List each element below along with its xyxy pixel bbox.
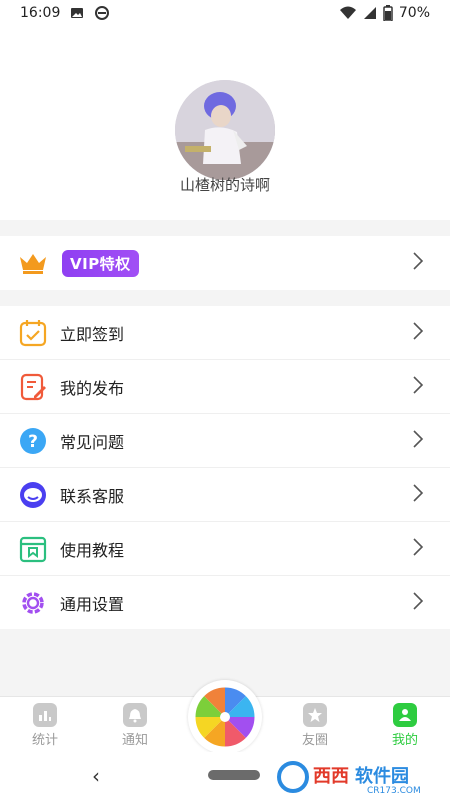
menu-item-faq[interactable]: ? 常见问题 <box>0 414 450 468</box>
menu-item-tutorial[interactable]: 使用教程 <box>0 522 450 576</box>
menu-item-my-posts[interactable]: 我的发布 <box>0 360 450 414</box>
nav-label: 通知 <box>121 733 148 748</box>
tutorial-box-icon <box>16 532 50 566</box>
menu-label: 联系客服 <box>60 486 125 506</box>
vip-privilege-row[interactable]: VIP特权 <box>0 236 450 290</box>
svg-text:CR173.COM: CR173.COM <box>367 786 421 796</box>
watermark-logo: 西西 软件园 CR173.COM <box>275 758 445 796</box>
crown-icon <box>16 246 50 280</box>
nav-label: 友圈 <box>301 733 328 748</box>
customer-service-icon <box>16 478 50 512</box>
chevron-right-icon <box>412 591 424 615</box>
menu-label: 常见问题 <box>60 432 125 452</box>
gear-icon <box>16 586 50 620</box>
svg-text:软件园: 软件园 <box>355 765 409 787</box>
nav-label: 统计 <box>31 733 58 748</box>
profile-header: 山楂树的诗啊 <box>0 26 450 220</box>
menu-label: 通用设置 <box>60 594 125 614</box>
chevron-right-icon <box>412 375 424 399</box>
battery-percent: 70% <box>398 5 430 21</box>
question-icon: ? <box>16 424 50 458</box>
nav-tab-friends[interactable]: 友圈 <box>280 703 350 748</box>
chevron-right-icon <box>412 429 424 453</box>
chevron-right-icon <box>412 483 424 507</box>
home-pill[interactable] <box>208 770 260 780</box>
calendar-check-icon <box>16 316 50 350</box>
menu-label: 立即签到 <box>60 324 125 344</box>
signal-icon <box>363 6 377 20</box>
chevron-right-icon <box>412 537 424 561</box>
nav-tab-notifications[interactable]: 通知 <box>100 703 170 748</box>
vip-badge: VIP特权 <box>62 249 139 277</box>
back-chevron-icon[interactable]: ‹ <box>92 764 100 788</box>
status-time: 16:09 <box>20 5 61 21</box>
menu-label: 我的发布 <box>60 378 125 398</box>
menu-label: 使用教程 <box>60 540 125 560</box>
status-bar: 16:09 70% <box>0 0 450 26</box>
wifi-icon <box>339 6 357 20</box>
svg-text:?: ? <box>28 432 38 452</box>
chart-icon <box>33 703 57 727</box>
color-wheel-icon <box>194 686 256 748</box>
avatar[interactable] <box>175 80 275 180</box>
battery-icon <box>383 5 393 21</box>
nav-label: 我的 <box>391 733 418 748</box>
menu-item-contact-support[interactable]: 联系客服 <box>0 468 450 522</box>
nav-tab-me[interactable]: 我的 <box>370 703 440 748</box>
menu-item-general-settings[interactable]: 通用设置 <box>0 576 450 629</box>
nav-tab-stats[interactable]: 统计 <box>10 703 80 748</box>
menu-item-checkin[interactable]: 立即签到 <box>0 306 450 360</box>
bell-icon <box>123 703 147 727</box>
chevron-right-icon <box>412 251 424 275</box>
chevron-right-icon <box>412 321 424 345</box>
username: 山楂树的诗啊 <box>179 176 270 194</box>
person-icon <box>393 703 417 727</box>
star-icon <box>303 703 327 727</box>
sync-icon <box>94 5 110 21</box>
svg-text:西西: 西西 <box>313 766 349 787</box>
edit-document-icon <box>16 370 50 404</box>
system-nav-bar: ‹ 西西 软件园 CR173.COM <box>0 752 450 800</box>
settings-menu: 立即签到 我的发布 ? 常见问题 联系客服 使用教程 通用设置 <box>0 306 450 629</box>
center-wheel-button[interactable] <box>188 680 262 754</box>
image-icon <box>70 6 84 20</box>
